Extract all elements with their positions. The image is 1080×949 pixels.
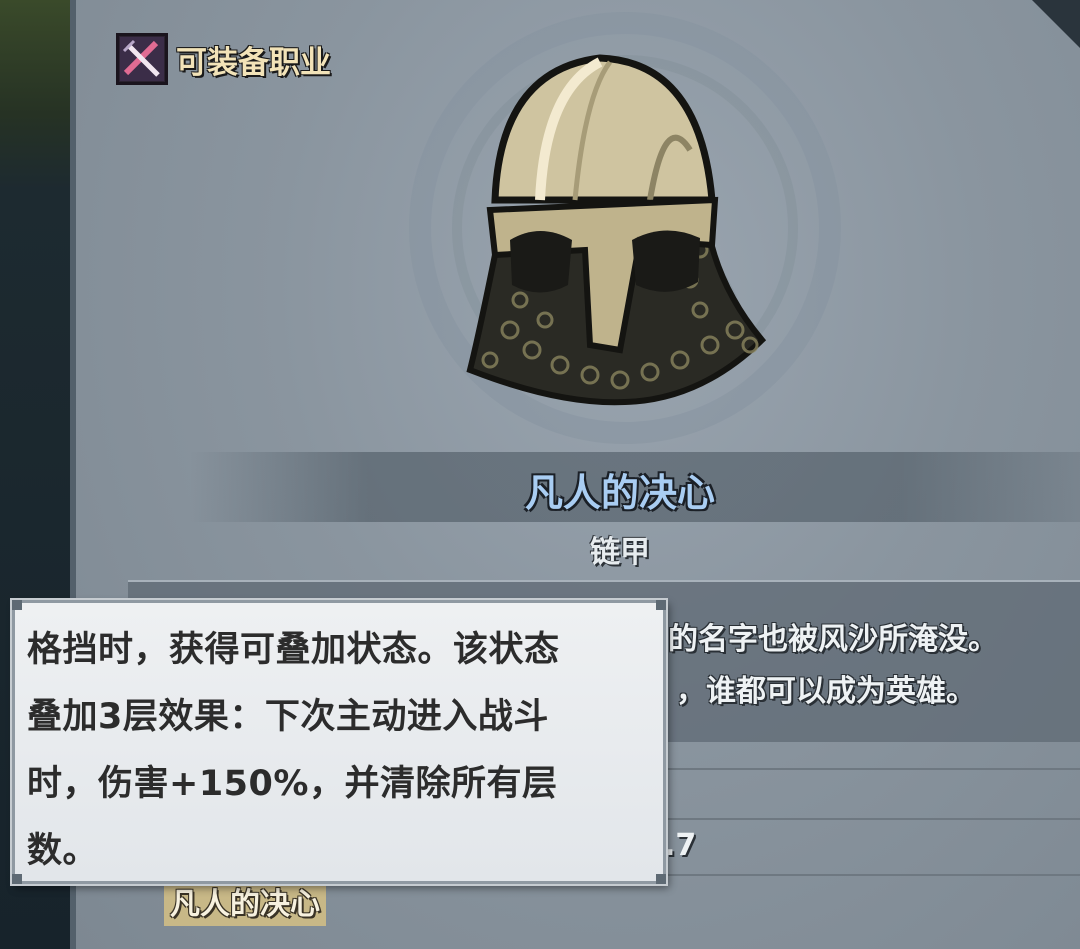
stat-value: .7 [664, 828, 697, 863]
skill-tag[interactable]: 凡人的决心 [164, 884, 326, 926]
skill-tooltip: 格挡时，获得可叠加状态。该状态 叠加3层效果：下次主动进入战斗 时，伤害+150… [12, 600, 666, 884]
item-name: 凡人的决心 [524, 471, 715, 515]
tooltip-corner [656, 874, 666, 884]
tooltip-line-3: 时，伤害+150%，并清除所有层 [27, 764, 558, 804]
tooltip-line-1: 格挡时，获得可叠加状态。该状态 [27, 630, 560, 670]
description-line-1: 的名字也被风沙所淹没。 [668, 622, 998, 657]
tooltip-corner [12, 600, 22, 610]
equippable-class-row[interactable]: 可装备职业 [116, 30, 331, 88]
tooltip-corner [12, 874, 22, 884]
tooltip-line-2: 叠加3层效果：下次主动进入战斗 [27, 697, 549, 737]
crossed-swords-icon [116, 33, 168, 85]
item-description: 的名字也被风沙所淹没。 ，谁都可以成为英雄。 [668, 614, 1068, 718]
equippable-class-label: 可装备职业 [176, 44, 331, 81]
tooltip-text: 格挡时，获得可叠加状态。该状态 叠加3层效果：下次主动进入战斗 时，伤害+150… [27, 617, 651, 885]
tooltip-corner [656, 600, 666, 610]
chainmail-helmet-icon [466, 54, 767, 406]
description-line-2: ，谁都可以成为英雄。 [676, 674, 976, 709]
item-type: 链甲 [590, 535, 650, 570]
tooltip-line-4: 数。 [27, 831, 99, 871]
